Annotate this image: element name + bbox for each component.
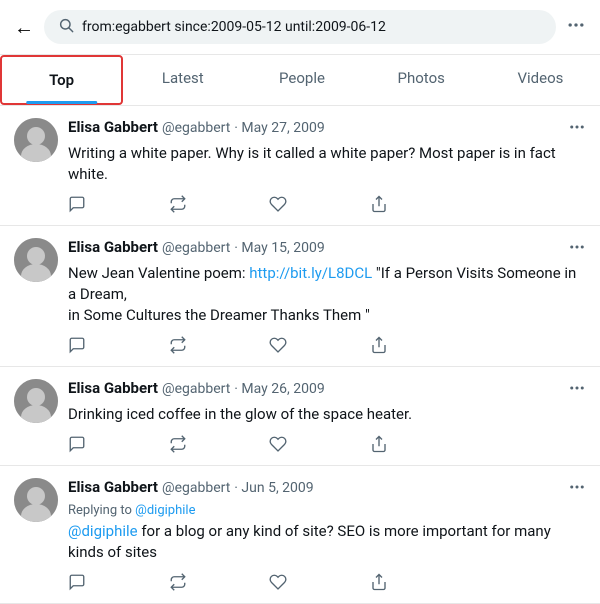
avatar <box>14 379 58 423</box>
tweet-header: Elisa Gabbert @egabbert · Jun 5, 2009 <box>68 478 586 501</box>
tweet-body: Elisa Gabbert @egabbert · May 27, 2009 W… <box>68 118 586 213</box>
avatar <box>14 238 58 282</box>
tweet-more-button[interactable] <box>560 118 586 141</box>
tab-latest[interactable]: Latest <box>123 55 242 105</box>
retweet-button[interactable] <box>169 435 187 453</box>
tweet-date: · May 15, 2009 <box>234 240 324 256</box>
tweet-text: @digiphile for a blog or any kind of sit… <box>68 521 586 563</box>
tweet-actions <box>68 573 388 591</box>
tweet-date: · May 26, 2009 <box>234 381 324 397</box>
tweet-text: Writing a white paper. Why is it called … <box>68 143 586 185</box>
tweet-header: Elisa Gabbert @egabbert · May 27, 2009 <box>68 118 586 141</box>
like-button[interactable] <box>269 336 287 354</box>
tweet-link[interactable]: http://bit.ly/L8DCL <box>249 264 372 282</box>
table-row: Elisa Gabbert @egabbert · Jun 5, 2009 Re… <box>0 466 600 604</box>
tweet-date: · Jun 5, 2009 <box>234 480 313 496</box>
author-name: Elisa Gabbert <box>68 238 158 256</box>
share-button[interactable] <box>370 435 388 453</box>
reply-to-handle[interactable]: @digiphile <box>135 503 195 518</box>
author-handle: @egabbert <box>162 381 230 397</box>
author-handle: @egabbert <box>162 480 230 496</box>
tweet-meta: Elisa Gabbert @egabbert · May 26, 2009 <box>68 379 560 397</box>
tab-people[interactable]: People <box>242 55 361 105</box>
tab-videos[interactable]: Videos <box>481 55 600 105</box>
retweet-button[interactable] <box>169 573 187 591</box>
search-icon <box>58 17 74 37</box>
tweet-header: Elisa Gabbert @egabbert · May 26, 2009 <box>68 379 586 402</box>
tweet-actions <box>68 435 388 453</box>
reply-button[interactable] <box>68 435 86 453</box>
like-button[interactable] <box>269 573 287 591</box>
header: ← from:egabbert since:2009-05-12 until:2… <box>0 0 600 55</box>
reply-button[interactable] <box>68 195 86 213</box>
author-handle: @egabbert <box>162 240 230 256</box>
tab-bar: Top Latest People Photos Videos <box>0 55 600 106</box>
tab-top[interactable]: Top <box>0 55 123 105</box>
reply-to-label: Replying to @digiphile <box>68 503 586 518</box>
retweet-button[interactable] <box>169 336 187 354</box>
author-name: Elisa Gabbert <box>68 478 158 496</box>
tweet-body: Elisa Gabbert @egabbert · Jun 5, 2009 Re… <box>68 478 586 591</box>
tweet-more-button[interactable] <box>560 238 586 261</box>
tweet-meta: Elisa Gabbert @egabbert · Jun 5, 2009 <box>68 478 560 496</box>
tweet-meta: Elisa Gabbert @egabbert · May 27, 2009 <box>68 118 560 136</box>
search-query-text: from:egabbert since:2009-05-12 until:200… <box>82 19 386 35</box>
tweet-text: New Jean Valentine poem: http://bit.ly/L… <box>68 263 586 326</box>
tweet-more-button[interactable] <box>560 478 586 501</box>
tweet-list: Elisa Gabbert @egabbert · May 27, 2009 W… <box>0 106 600 604</box>
table-row: Elisa Gabbert @egabbert · May 27, 2009 W… <box>0 106 600 226</box>
retweet-button[interactable] <box>169 195 187 213</box>
table-row: Elisa Gabbert @egabbert · May 26, 2009 D… <box>0 367 600 466</box>
author-handle: @egabbert <box>162 120 230 136</box>
header-more-button[interactable] <box>566 15 586 40</box>
tweet-body: Elisa Gabbert @egabbert · May 26, 2009 D… <box>68 379 586 453</box>
avatar <box>14 478 58 522</box>
search-bar[interactable]: from:egabbert since:2009-05-12 until:200… <box>44 10 556 44</box>
mention[interactable]: @digiphile <box>68 522 138 540</box>
tweet-body: Elisa Gabbert @egabbert · May 15, 2009 N… <box>68 238 586 354</box>
tweet-text: Drinking iced coffee in the glow of the … <box>68 404 586 425</box>
share-button[interactable] <box>370 336 388 354</box>
tweet-more-button[interactable] <box>560 379 586 402</box>
share-button[interactable] <box>370 195 388 213</box>
reply-button[interactable] <box>68 336 86 354</box>
author-name: Elisa Gabbert <box>68 118 158 136</box>
tweet-actions <box>68 336 388 354</box>
tweet-actions <box>68 195 388 213</box>
avatar <box>14 118 58 162</box>
tab-photos[interactable]: Photos <box>362 55 481 105</box>
back-button[interactable]: ← <box>14 15 34 40</box>
like-button[interactable] <box>269 195 287 213</box>
share-button[interactable] <box>370 573 388 591</box>
table-row: Elisa Gabbert @egabbert · May 15, 2009 N… <box>0 226 600 367</box>
tweet-header: Elisa Gabbert @egabbert · May 15, 2009 <box>68 238 586 261</box>
tweet-date: · May 27, 2009 <box>234 120 324 136</box>
tweet-meta: Elisa Gabbert @egabbert · May 15, 2009 <box>68 238 560 256</box>
like-button[interactable] <box>269 435 287 453</box>
reply-button[interactable] <box>68 573 86 591</box>
author-name: Elisa Gabbert <box>68 379 158 397</box>
